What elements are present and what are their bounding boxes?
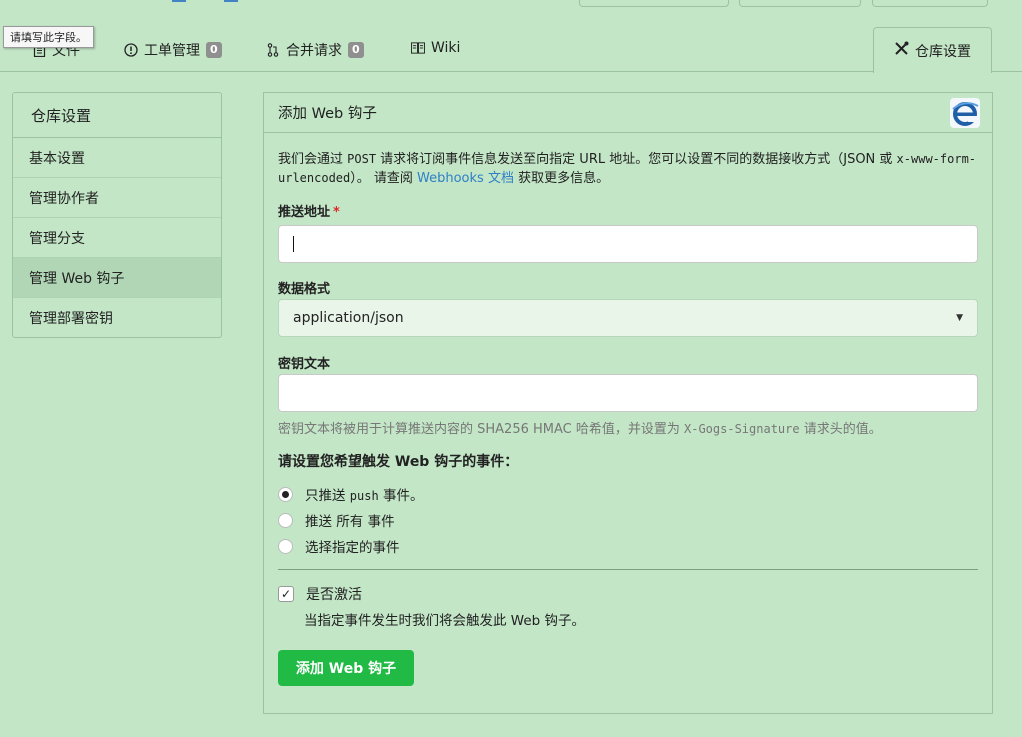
tools-icon [894,41,909,60]
tab-label: 工单管理 [144,43,200,59]
content-type-select[interactable]: application/json ▼ [278,299,978,337]
secret-help-text: 密钥文本将被用于计算推送内容的 SHA256 HMAC 哈希值，并设置为 X-G… [278,418,882,437]
gogs-logo-icon [950,98,980,128]
label-text: 事件。 [378,488,424,504]
event-option-label: 只推送 push 事件。 [305,484,424,504]
webhooks-docs-link[interactable]: Webhooks 文档 [417,171,514,186]
fork-button-fragment[interactable] [872,0,988,7]
settings-sidebar: 仓库设置 基本设置 管理协作者 管理分支 管理 Web 钩子 管理部署密钥 [12,92,222,338]
sidebar-item-collaborators[interactable]: 管理协作者 [13,178,221,218]
sidebar-item-label: 管理协作者 [29,190,99,207]
intro-text: ）。 请查阅 [350,171,418,186]
add-webhook-panel: 添加 Web 钩子 我们会通过 POST 请求将订阅事件信息发送至向指定 URL… [263,92,993,714]
issue-count-badge: 0 [206,42,222,58]
panel-title: 添加 Web 钩子 [278,106,377,122]
intro-text: 请求将订阅事件信息发送至向指定 URL 地址。您可以设置不同的数据接收方式（JS… [376,152,897,167]
event-option-choose[interactable]: 选择指定的事件 [278,536,400,556]
add-webhook-button[interactable]: 添加 Web 钩子 [278,650,414,686]
intro-text: 获取更多信息。 [513,171,610,186]
payload-url-label: 推送地址 * [278,201,340,220]
event-option-push-only[interactable]: 只推送 push 事件。 [278,484,424,504]
events-title: 请设置您希望触发 Web 钩子的事件： [278,454,519,470]
sidebar-item-branches[interactable]: 管理分支 [13,218,221,258]
sidebar-item-options[interactable]: 基本设置 [13,138,221,178]
event-option-label: 选择指定的事件 [305,540,400,556]
issue-icon [124,43,138,57]
sidebar-title: 仓库设置 [13,93,221,138]
signature-header-code: X-Gogs-Signature [684,422,800,436]
sidebar-item-webhooks[interactable]: 管理 Web 钩子 [13,258,221,298]
active-checkbox[interactable]: ✓ [278,586,294,602]
help-text: 密钥文本将被用于计算推送内容的 SHA256 HMAC 哈希值，并设置为 [278,422,684,437]
divider [278,569,978,570]
sidebar-item-label: 基本设置 [29,150,85,167]
radio-button[interactable] [278,512,293,528]
validation-tooltip: 请填写此字段。 [3,26,94,48]
pull-request-count-badge: 0 [348,42,364,58]
repo-title-fragment[interactable] [172,0,186,2]
tab-pull-requests[interactable]: 合并请求 0 [266,40,364,60]
event-option-label: 推送 所有 事件 [305,514,395,530]
sidebar-item-label: 管理分支 [29,230,85,247]
content-type-label: 数据格式 [278,282,331,297]
sidebar-item-label: 管理部署密钥 [29,311,113,327]
active-checkbox-row[interactable]: ✓ 是否激活 [278,584,362,604]
event-option-all[interactable]: 推送 所有 事件 [278,510,395,530]
secret-input[interactable] [278,374,978,412]
tab-issues[interactable]: 工单管理 0 [124,40,222,60]
tab-label: Wiki [431,40,461,56]
radio-button[interactable] [278,486,293,502]
radio-button[interactable] [278,538,293,554]
repo-title-fragment[interactable] [224,0,238,2]
payload-url-input[interactable] [278,225,978,263]
secret-label: 密钥文本 [278,357,331,372]
book-icon [411,41,425,55]
intro-text: 我们会通过 [278,152,348,167]
panel-header: 添加 Web 钩子 [264,93,992,133]
watch-button-fragment[interactable] [579,0,729,7]
tab-label: 仓库设置 [915,43,971,60]
required-asterisk: * [333,205,340,220]
label-text: 只推送 [305,488,350,504]
webhook-intro-text: 我们会通过 POST 请求将订阅事件信息发送至向指定 URL 地址。您可以设置不… [278,150,978,188]
active-label: 是否激活 [306,587,362,603]
tab-wiki[interactable]: Wiki [411,40,460,56]
help-text: 请求头的值。 [799,422,882,437]
sidebar-item-label: 管理 Web 钩子 [29,270,125,287]
push-code: push [349,489,379,503]
intro-code-post: POST [347,152,377,166]
payload-url-label-text: 推送地址 [278,205,331,220]
tab-label: 合并请求 [286,43,342,59]
active-help-text: 当指定事件发生时我们将会触发此 Web 钩子。 [304,613,586,629]
star-button-fragment[interactable] [739,0,861,7]
text-cursor [293,236,294,252]
pull-request-icon [266,43,280,57]
sidebar-item-deploy-keys[interactable]: 管理部署密钥 [13,298,221,338]
content-type-value: application/json [293,310,404,326]
tab-settings[interactable]: 仓库设置 [873,27,992,73]
repo-tabbar: 文件 工单管理 0 合并请求 0 Wiki 仓库设置 [0,27,1022,73]
dropdown-caret-icon: ▼ [956,313,963,323]
